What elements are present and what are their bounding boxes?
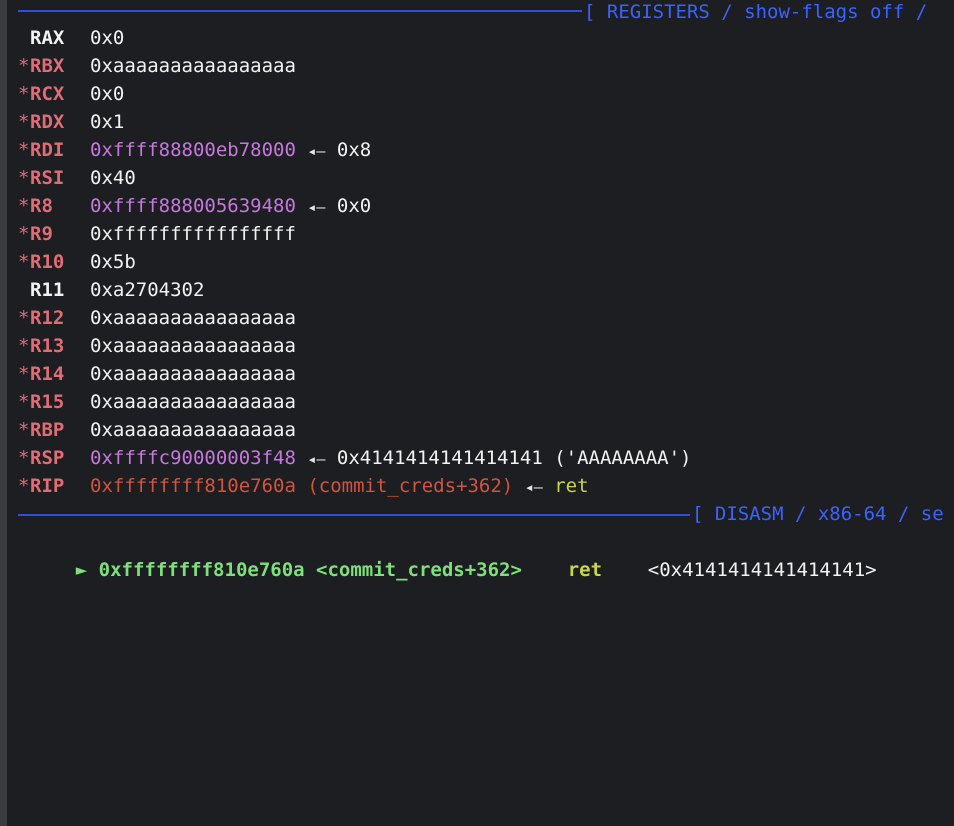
- register-name: RDX: [30, 111, 65, 133]
- disasm-current-line[interactable]: ► 0xffffffff810e760a <commit_creds+362> …: [30, 528, 877, 581]
- register-row-r10: *R10 0x5b: [18, 248, 136, 276]
- deref-arrow-icon: ◂—: [307, 450, 326, 468]
- register-changed-marker: *: [18, 419, 30, 441]
- register-deref-value: 0x8: [336, 139, 372, 161]
- deref-arrow-icon: ◂—: [524, 478, 543, 496]
- register-changed-marker: *: [18, 307, 30, 329]
- register-value[interactable]: 0x0: [90, 24, 124, 52]
- register-row-rcx: *RCX 0x0: [18, 80, 124, 108]
- register-name: R13: [30, 335, 65, 357]
- registers-header: [ REGISTERS / show-flags off /: [584, 1, 939, 23]
- register-name: R9: [30, 223, 53, 245]
- register-row-rsi: *RSI 0x40: [18, 164, 136, 192]
- register-value[interactable]: 0xaaaaaaaaaaaaaaaa: [90, 332, 296, 360]
- register-name: R14: [30, 363, 65, 385]
- register-row-r11: R11 0xa2704302: [18, 276, 204, 304]
- register-changed-marker: *: [18, 363, 30, 385]
- register-name: RCX: [30, 83, 65, 105]
- register-row-rbp: *RBP 0xaaaaaaaaaaaaaaaa: [18, 416, 296, 444]
- register-changed-marker: *: [18, 111, 30, 133]
- register-name: R10: [30, 251, 65, 273]
- register-value[interactable]: 0xaaaaaaaaaaaaaaaa: [90, 360, 296, 388]
- register-row-r13: *R13 0xaaaaaaaaaaaaaaaa: [18, 332, 296, 360]
- register-name: RAX: [30, 27, 65, 49]
- register-row-r12: *R12 0xaaaaaaaaaaaaaaaa: [18, 304, 296, 332]
- register-value[interactable]: 0x0: [90, 80, 124, 108]
- register-value[interactable]: 0xffff88800eb78000: [90, 136, 296, 164]
- instruction-symbol: <commit_creds+362>: [316, 559, 522, 581]
- register-name: R8: [30, 195, 53, 217]
- register-changed-marker: *: [18, 391, 30, 413]
- register-changed-marker: *: [18, 139, 30, 161]
- register-row-r9: *R9 0xffffffffffffffff: [18, 220, 296, 248]
- register-value[interactable]: 0xaaaaaaaaaaaaaaaa: [90, 304, 296, 332]
- register-value[interactable]: 0xa2704302: [90, 276, 204, 304]
- terminal-window[interactable]: [ REGISTERS / show-flags off / RAX 0x0 *RB…: [0, 0, 954, 826]
- deref-arrow-icon: ◂—: [307, 198, 326, 216]
- register-changed-marker: *: [18, 251, 30, 273]
- register-name: RBP: [30, 419, 65, 441]
- register-value[interactable]: 0xaaaaaaaaaaaaaaaa: [90, 388, 296, 416]
- instruction-mnemonic: ret: [567, 559, 603, 581]
- register-value[interactable]: 0xffffc90000003f48: [90, 444, 296, 472]
- register-name: RBX: [30, 55, 65, 77]
- register-row-r8: *R8 0xffff888005639480 ◂— 0x0: [18, 192, 371, 220]
- register-changed-marker: *: [18, 335, 30, 357]
- register-changed-marker: *: [18, 223, 30, 245]
- register-changed-marker: *: [18, 167, 30, 189]
- register-name: RDI: [30, 139, 65, 161]
- register-row-rdx: *RDX 0x1: [18, 108, 124, 136]
- window-left-border: [0, 0, 7, 826]
- register-row-rsp: *RSP 0xffffc90000003f48 ◂— 0x414141414141…: [18, 444, 691, 472]
- registers-separator-line: [18, 10, 582, 12]
- register-value[interactable]: 0x40: [90, 164, 136, 192]
- register-value[interactable]: 0xffffffff810e760a (commit_creds+362): [90, 472, 513, 500]
- register-value[interactable]: 0x5b: [90, 248, 136, 276]
- register-name: RSI: [30, 167, 65, 189]
- register-row-r14: *R14 0xaaaaaaaaaaaaaaaa: [18, 360, 296, 388]
- register-name: RSP: [30, 447, 65, 469]
- register-value[interactable]: 0xffff888005639480: [90, 192, 296, 220]
- register-row-rdi: *RDI 0xffff88800eb78000 ◂— 0x8: [18, 136, 371, 164]
- register-name: R12: [30, 307, 65, 329]
- register-value[interactable]: 0x1: [90, 108, 124, 136]
- register-changed-marker: *: [18, 83, 30, 105]
- register-deref-value: 0x0: [336, 195, 372, 217]
- register-value[interactable]: 0xffffffffffffffff: [90, 220, 296, 248]
- register-row-rax: RAX 0x0: [18, 24, 124, 52]
- instruction-operand: <0x4141414141414141>: [647, 559, 877, 581]
- register-row-rip: *RIP 0xffffffff810e760a (commit_creds+362…: [18, 472, 589, 500]
- current-instruction-marker: ►: [75, 559, 88, 581]
- register-changed-marker: *: [18, 55, 30, 77]
- register-name: R15: [30, 391, 65, 413]
- register-changed-marker: *: [18, 195, 30, 217]
- register-value[interactable]: 0xaaaaaaaaaaaaaaaa: [90, 416, 296, 444]
- register-changed-marker: *: [18, 447, 30, 469]
- deref-arrow-icon: ◂—: [307, 142, 326, 160]
- disasm-header: [ DISASM / x86-64 / se: [692, 503, 944, 525]
- register-deref-value: 0x4141414141414141 ('AAAAAAAA'): [336, 447, 692, 469]
- register-name: RIP: [30, 475, 65, 497]
- register-changed-marker: [18, 276, 30, 304]
- disasm-separator-line: [18, 514, 690, 516]
- instruction-address: 0xffffffff810e760a: [98, 559, 305, 581]
- register-row-r15: *R15 0xaaaaaaaaaaaaaaaa: [18, 388, 296, 416]
- register-value[interactable]: 0xaaaaaaaaaaaaaaaa: [90, 52, 296, 80]
- register-changed-marker: [18, 24, 30, 52]
- register-name: R11: [30, 279, 65, 301]
- register-changed-marker: *: [18, 475, 30, 497]
- register-row-rbx: *RBX 0xaaaaaaaaaaaaaaaa: [18, 52, 296, 80]
- register-deref-value: ret: [554, 475, 589, 497]
